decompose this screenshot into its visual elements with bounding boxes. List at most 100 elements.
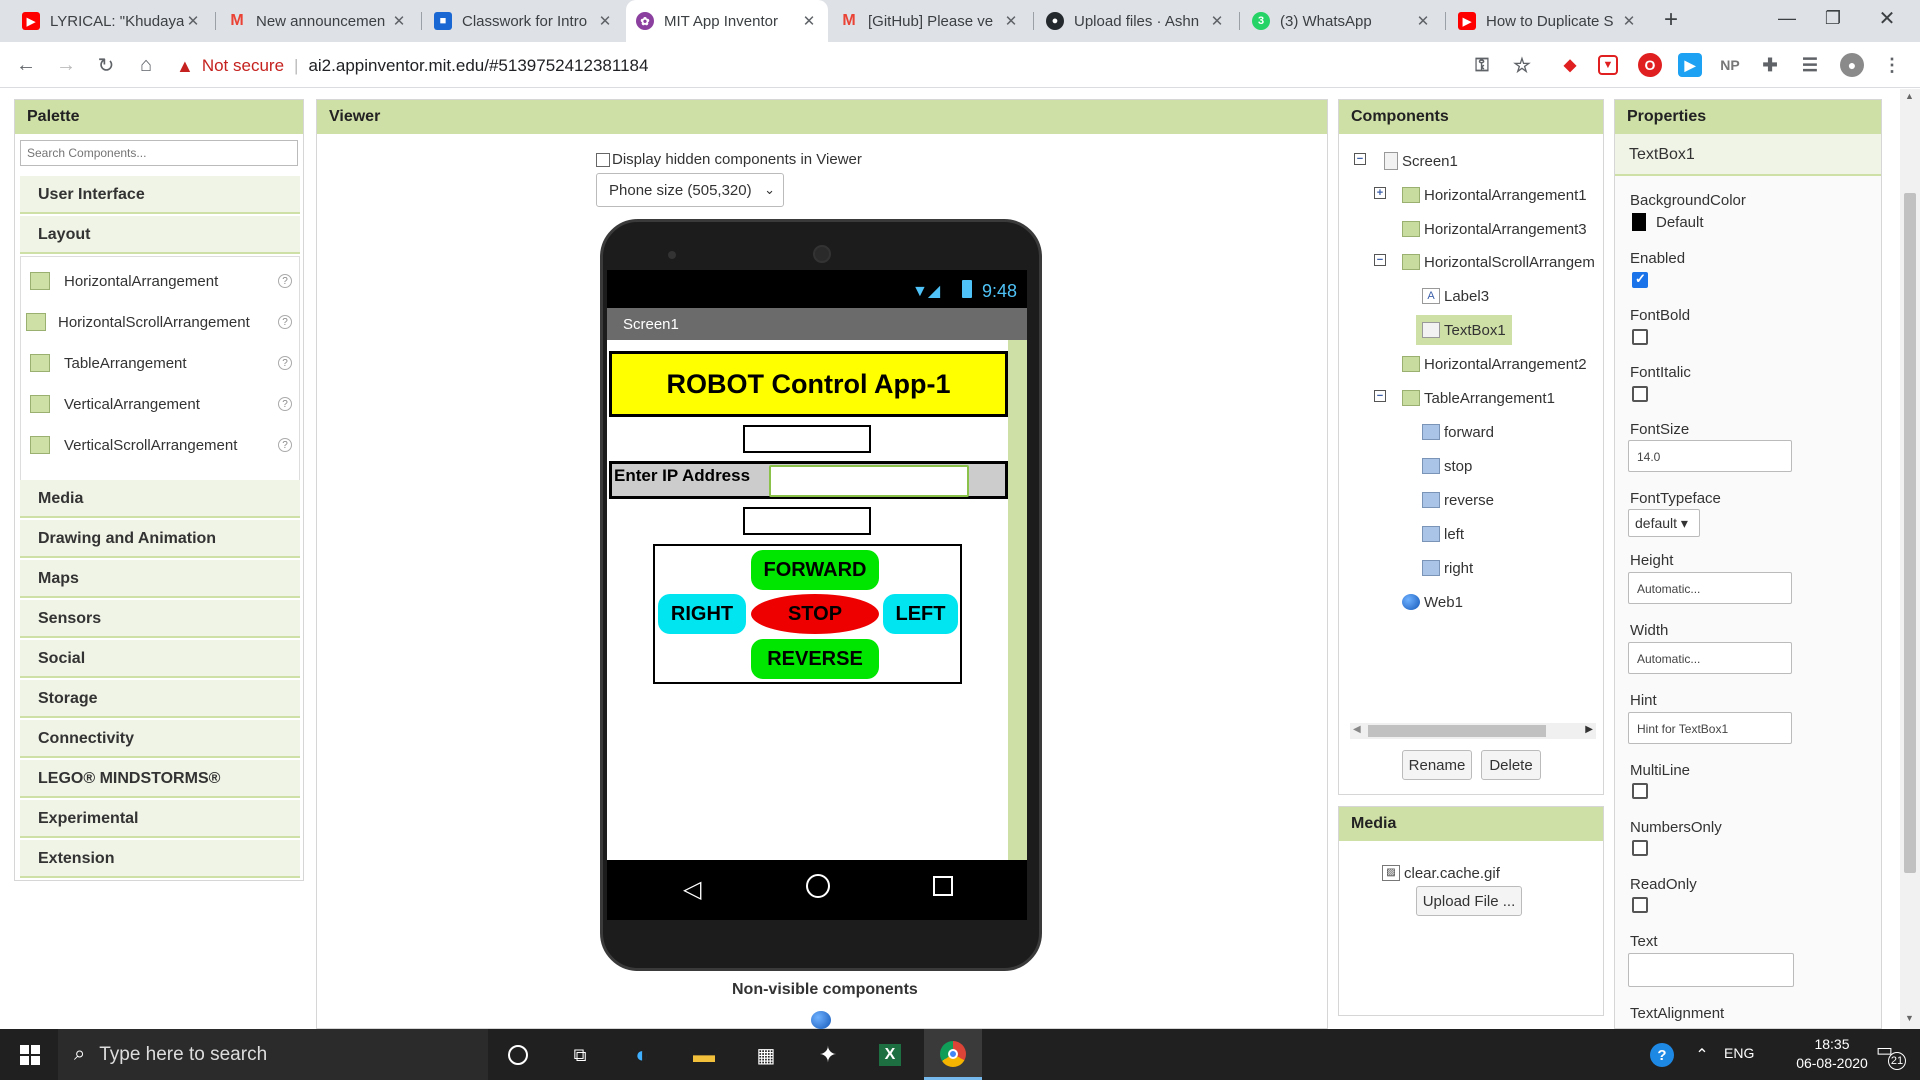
window-close-icon[interactable]: ✕	[1872, 6, 1902, 31]
tree-item-right[interactable]: right	[1422, 557, 1473, 579]
web-globe-icon[interactable]	[811, 1011, 831, 1029]
scroll-down-icon[interactable]: ▼	[1905, 1013, 1914, 1023]
close-icon[interactable]: ✕	[1208, 12, 1226, 30]
restore-icon[interactable]: ❐	[1818, 8, 1848, 29]
tree-item-label3[interactable]: A Label3	[1422, 285, 1489, 307]
stop-button[interactable]: STOP	[751, 594, 879, 634]
close-icon[interactable]: ✕	[800, 12, 818, 30]
help-icon[interactable]: ?	[1642, 1035, 1682, 1075]
expand-icon[interactable]: +	[1374, 187, 1386, 199]
reload-icon[interactable]: ↻	[92, 51, 120, 79]
language-indicator[interactable]: ENG	[1724, 1045, 1754, 1061]
display-hidden-components[interactable]: Display hidden components in Viewer	[596, 151, 862, 168]
fontbold-checkbox[interactable]	[1632, 329, 1648, 345]
close-icon[interactable]: ✕	[1620, 12, 1638, 30]
store-icon[interactable]: ▦	[746, 1035, 786, 1075]
readonly-checkbox[interactable]	[1632, 897, 1648, 913]
close-icon[interactable]: ✕	[390, 12, 408, 30]
palette-item-horizontal-arrangement[interactable]: HorizontalArrangement ?	[30, 267, 292, 295]
category-layout[interactable]: Layout	[20, 216, 300, 254]
enabled-checkbox[interactable]: ✓	[1632, 271, 1648, 288]
fontitalic-checkbox[interactable]	[1632, 386, 1648, 402]
edge-icon[interactable]: ◐	[622, 1035, 662, 1075]
category-maps[interactable]: Maps	[20, 560, 300, 598]
file-explorer-icon[interactable]: ▬	[684, 1035, 724, 1075]
media-file-item[interactable]: ▨ clear.cache.gif	[1382, 862, 1500, 884]
tree-item-textbox1-selected[interactable]: TextBox1	[1416, 315, 1512, 345]
left-button[interactable]: LEFT	[883, 594, 958, 634]
category-user-interface[interactable]: User Interface	[20, 176, 300, 214]
close-icon[interactable]: ✕	[596, 12, 614, 30]
extension-blue-icon[interactable]: ▶	[1678, 53, 1702, 77]
height-input[interactable]: Automatic...	[1628, 572, 1792, 604]
tree-item-horizontal-arrangement-1[interactable]: HorizontalArrangement1	[1402, 184, 1587, 206]
prop-background-color-value[interactable]: Default	[1632, 213, 1704, 231]
horizontal-scroll-arrangement[interactable]: Enter IP Address	[609, 461, 1008, 499]
scroll-left-icon[interactable]: ◀	[1353, 724, 1361, 735]
not-secure-label[interactable]: Not secure	[202, 56, 284, 76]
menu-icon[interactable]: ⋮	[1880, 53, 1904, 77]
help-icon[interactable]: ?	[278, 356, 292, 370]
tree-item-horizontal-arrangement-3[interactable]: HorizontalArrangement3	[1402, 218, 1587, 240]
excel-icon[interactable]: X	[870, 1035, 910, 1075]
back-icon[interactable]: ←	[12, 51, 40, 79]
scrollbar-thumb[interactable]	[1368, 725, 1546, 737]
browser-tab-active[interactable]: ✿ MIT App Inventor ✕	[626, 0, 828, 42]
browser-tab[interactable]: ▶ LYRICAL: "Khudaya ✕	[12, 0, 212, 42]
category-drawing-and-animation[interactable]: Drawing and Animation	[20, 520, 300, 558]
chrome-taskbar-button[interactable]	[924, 1029, 982, 1080]
minimize-icon[interactable]: —	[1772, 8, 1802, 29]
palette-item-horizontal-scroll-arrangement[interactable]: HorizontalScrollArrangement ?	[26, 308, 292, 336]
tree-item-screen1[interactable]: Screen1	[1384, 150, 1458, 172]
tree-item-horizontal-arrangement-2[interactable]: HorizontalArrangement2	[1402, 353, 1587, 375]
width-input[interactable]: Automatic...	[1628, 642, 1792, 674]
tree-item-left[interactable]: left	[1422, 523, 1464, 545]
browser-tab[interactable]: M [GitHub] Please ve ✕	[830, 0, 1030, 42]
collapse-icon[interactable]: −	[1374, 390, 1386, 402]
browser-tab[interactable]: 3 (3) WhatsApp ✕	[1242, 0, 1442, 42]
browser-tab[interactable]: M New announcemen ✕	[218, 0, 418, 42]
avatar[interactable]: ●	[1840, 53, 1864, 77]
ip-address-textbox[interactable]	[769, 465, 969, 497]
screen-scrollbar[interactable]	[1008, 340, 1027, 860]
multiline-checkbox[interactable]	[1632, 783, 1648, 799]
address-bar[interactable]: ▲ Not secure | ai2.appinventor.mit.edu/#…	[176, 50, 1516, 82]
tree-item-web1[interactable]: Web1	[1402, 591, 1463, 613]
opera-icon[interactable]: O	[1638, 53, 1662, 77]
category-connectivity[interactable]: Connectivity	[20, 720, 300, 758]
category-social[interactable]: Social	[20, 640, 300, 678]
scroll-up-icon[interactable]: ▲	[1905, 91, 1914, 101]
close-icon[interactable]: ✕	[1002, 12, 1020, 30]
table-arrangement[interactable]: FORWARD RIGHT STOP LEFT REVERSE	[653, 544, 962, 684]
taskbar-search-box[interactable]: ⌕ Type here to search	[58, 1029, 488, 1080]
palette-item-table-arrangement[interactable]: TableArrangement ?	[30, 349, 292, 377]
windows-start-icon[interactable]	[10, 1035, 50, 1075]
search-components-input[interactable]	[20, 140, 298, 166]
page-scrollbar-thumb[interactable]	[1904, 193, 1916, 873]
app-title-label[interactable]: ROBOT Control App-1	[609, 351, 1008, 417]
hint-input[interactable]: Hint for TextBox1	[1628, 712, 1792, 744]
reverse-button[interactable]: REVERSE	[751, 639, 879, 679]
category-extension[interactable]: Extension	[20, 840, 300, 878]
scroll-right-icon[interactable]: ▶	[1585, 724, 1593, 735]
phone-size-select[interactable]: Phone size (505,320) ⌄	[596, 173, 784, 207]
fontsize-input[interactable]: 14.0	[1628, 440, 1792, 472]
cortana-icon[interactable]	[498, 1035, 538, 1075]
category-lego-mindstorms[interactable]: LEGO® MINDSTORMS®	[20, 760, 300, 798]
collapse-icon[interactable]: −	[1374, 254, 1386, 266]
np-extension-icon[interactable]: NP	[1718, 53, 1742, 77]
browser-tab[interactable]: ▶ How to Duplicate S ✕	[1448, 0, 1648, 42]
palette-item-vertical-scroll-arrangement[interactable]: VerticalScrollArrangement ?	[30, 431, 292, 459]
horizontal-arrangement-1[interactable]	[743, 425, 871, 453]
horizontal-arrangement-2[interactable]	[743, 507, 871, 535]
collapse-icon[interactable]: −	[1354, 153, 1366, 165]
tree-item-table-arrangement-1[interactable]: TableArrangement1	[1402, 387, 1555, 409]
dropbox-icon[interactable]: ✦	[808, 1035, 848, 1075]
browser-tab[interactable]: ■ Classwork for Intro ✕	[424, 0, 624, 42]
palette-item-vertical-arrangement[interactable]: VerticalArrangement ?	[30, 390, 292, 418]
right-button[interactable]: RIGHT	[658, 594, 746, 634]
extension-red-icon[interactable]: ◆	[1558, 53, 1582, 77]
home-icon[interactable]: ⌂	[132, 51, 160, 79]
tree-item-forward[interactable]: forward	[1422, 421, 1494, 443]
new-tab-button[interactable]: +	[1656, 6, 1686, 36]
